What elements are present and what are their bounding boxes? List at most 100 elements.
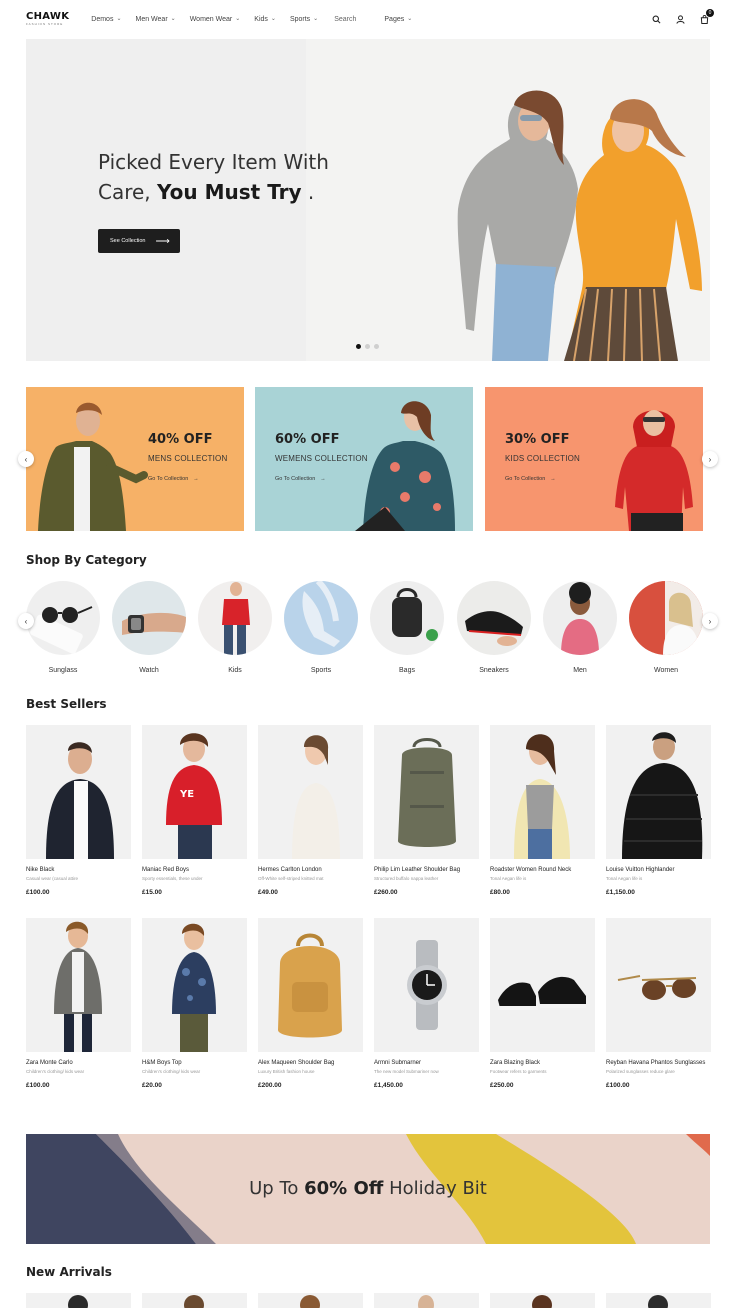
promo-title: 30% OFF [505, 432, 570, 447]
new-arrival-card[interactable] [374, 1293, 479, 1308]
product-price: £1,450.00 [374, 1082, 403, 1089]
logo-text: CHAWK [26, 11, 70, 22]
nav-sports[interactable]: Sports ⌄ [290, 16, 318, 23]
chevron-down-icon: ⌄ [170, 15, 176, 22]
category-sunglass[interactable]: Sunglass [26, 581, 100, 674]
product-image [26, 725, 131, 859]
chevron-down-icon: ⌄ [313, 15, 319, 22]
slider-dots [356, 344, 379, 349]
product-card[interactable]: Reyban Havana Phantos Sunglasses Polariz… [606, 918, 711, 1089]
search-icon[interactable] [650, 13, 662, 25]
category-bags[interactable]: Bags [370, 581, 444, 674]
product-description: Tonal Aegan life is [606, 876, 643, 881]
category-sports[interactable]: Sports [284, 581, 358, 674]
product-image [26, 918, 131, 1052]
hero-title-plain: Care, [98, 180, 158, 204]
product-price: £100.00 [26, 889, 50, 896]
hero-title-bold: You Must Try [157, 180, 302, 204]
category-sneakers[interactable]: Sneakers [457, 581, 531, 674]
product-description: Polarized sunglasses reduce glare [606, 1069, 675, 1074]
promo-kids[interactable]: 30% OFF KIDS COLLECTION Go To Collection… [485, 387, 703, 531]
nav-kids[interactable]: Kids ⌄ [254, 16, 276, 23]
new-arrival-card[interactable] [142, 1293, 247, 1308]
nav-label: Sports [289, 15, 311, 23]
chevron-down-icon: ⌄ [270, 15, 276, 22]
category-watch[interactable]: Watch [112, 581, 186, 674]
promo-link-label: Go To Collection [505, 476, 546, 482]
product-name: Zara Blazing Black [490, 1060, 541, 1066]
chevron-left-icon: ‹ [24, 616, 28, 626]
see-collection-button[interactable]: See Collection ⟶ [98, 229, 180, 253]
slider-dot[interactable] [365, 344, 370, 349]
new-arrival-card[interactable] [258, 1293, 363, 1308]
category-image [26, 581, 100, 655]
product-description: Children's clothing/ kids wear [142, 1069, 201, 1074]
product-image [258, 725, 363, 859]
category-men[interactable]: Men [543, 581, 617, 674]
nav-women-wear[interactable]: Women Wear ⌄ [190, 16, 241, 23]
product-price: £15.00 [142, 889, 162, 896]
category-image [457, 581, 531, 655]
chevron-down-icon: ⌄ [235, 15, 241, 22]
slider-dot[interactable] [374, 344, 379, 349]
section-title-new-arrivals: New Arrivals [26, 1265, 112, 1279]
product-card[interactable]: Armni Submarner The new model Submariner… [374, 918, 479, 1089]
go-to-collection-link[interactable]: Go To Collection → [275, 476, 326, 482]
nav-search[interactable]: Search [334, 16, 356, 23]
promo-title: 60% OFF [275, 432, 340, 447]
holiday-sale-banner[interactable]: Up To 60% Off Holiday Bit [26, 1134, 710, 1244]
promo-title: 40% OFF [148, 432, 213, 447]
cart-icon[interactable]: 0 [698, 9, 714, 25]
category-next-button[interactable]: › [702, 613, 718, 629]
category-label: Sneakers [479, 667, 509, 674]
product-price: £1,150.00 [606, 889, 635, 896]
nav-men-wear[interactable]: Men Wear ⌄ [136, 16, 176, 23]
product-card[interactable]: Nike Black Casual wear (casual attire £1… [26, 725, 131, 896]
new-arrival-card[interactable] [26, 1293, 131, 1308]
product-name: Hermes Carlton London [258, 867, 322, 873]
product-price: £200.00 [258, 1082, 282, 1089]
product-name: Louise Vuitton Highlander [606, 867, 675, 873]
product-card[interactable]: Louise Vuitton Highlander Tonal Aegan li… [606, 725, 711, 896]
product-card[interactable]: YE Maniac Red Boys Sporty essentials, th… [142, 725, 247, 896]
product-image [374, 918, 479, 1052]
product-image [258, 918, 363, 1052]
go-to-collection-link[interactable]: Go To Collection → [148, 476, 199, 482]
arrow-right-icon: ⟶ [155, 235, 170, 247]
product-card[interactable]: Zara Monte Carlo Children's clothing/ ki… [26, 918, 131, 1089]
nav-label: Demos [91, 15, 114, 23]
go-to-collection-link[interactable]: Go To Collection → [505, 476, 556, 482]
chevron-left-icon: ‹ [24, 454, 28, 464]
product-card[interactable]: Zara Blazing Black Footwear refers to ga… [490, 918, 595, 1089]
new-arrival-card[interactable] [606, 1293, 711, 1308]
logo[interactable]: CHAWK FASHION STORE [26, 12, 69, 26]
promo-next-button[interactable]: › [702, 451, 718, 467]
arrow-right-icon: → [550, 476, 556, 482]
chevron-down-icon: ⌄ [116, 15, 122, 22]
promo-mens[interactable]: 40% OFF MENS COLLECTION Go To Collection… [26, 387, 244, 531]
nav-demos[interactable]: Demos ⌄ [91, 16, 121, 23]
slider-dot[interactable] [356, 344, 361, 349]
product-name: Armni Submarner [374, 1060, 422, 1066]
product-card[interactable]: Hermes Carlton London Off-White self-str… [258, 725, 363, 896]
product-description: Casual wear (casual attire [26, 876, 79, 881]
product-card[interactable]: Alex Maqueen Shoulder Bag Luxury British… [258, 918, 363, 1089]
promo-subtitle: WEMENS COLLECTION [275, 454, 368, 463]
product-card[interactable]: Philip Lim Leather Shoulder Bag Structur… [374, 725, 479, 896]
promo-prev-button[interactable]: ‹ [18, 451, 34, 467]
product-card[interactable]: Roadster Women Round Neck Tonal Aegan li… [490, 725, 595, 896]
category-women[interactable]: Women [629, 581, 703, 674]
nav-pages[interactable]: Pages ⌄ [384, 16, 412, 23]
product-name: H&M Boys Top [142, 1060, 182, 1066]
user-icon[interactable] [674, 13, 686, 25]
product-name: Nike Black [26, 867, 55, 873]
product-image: YE [142, 725, 247, 859]
sale-highlight: 60% Off [304, 1178, 384, 1199]
nav-label: Men Wear [135, 15, 168, 23]
category-kids[interactable]: Kids [198, 581, 272, 674]
new-arrival-card[interactable] [490, 1293, 595, 1308]
category-prev-button[interactable]: ‹ [18, 613, 34, 629]
product-card[interactable]: H&M Boys Top Children's clothing/ kids w… [142, 918, 247, 1089]
promo-womens[interactable]: 60% OFF WEMENS COLLECTION Go To Collecti… [255, 387, 473, 531]
hero-title-line1: Picked Every Item With [98, 150, 329, 174]
